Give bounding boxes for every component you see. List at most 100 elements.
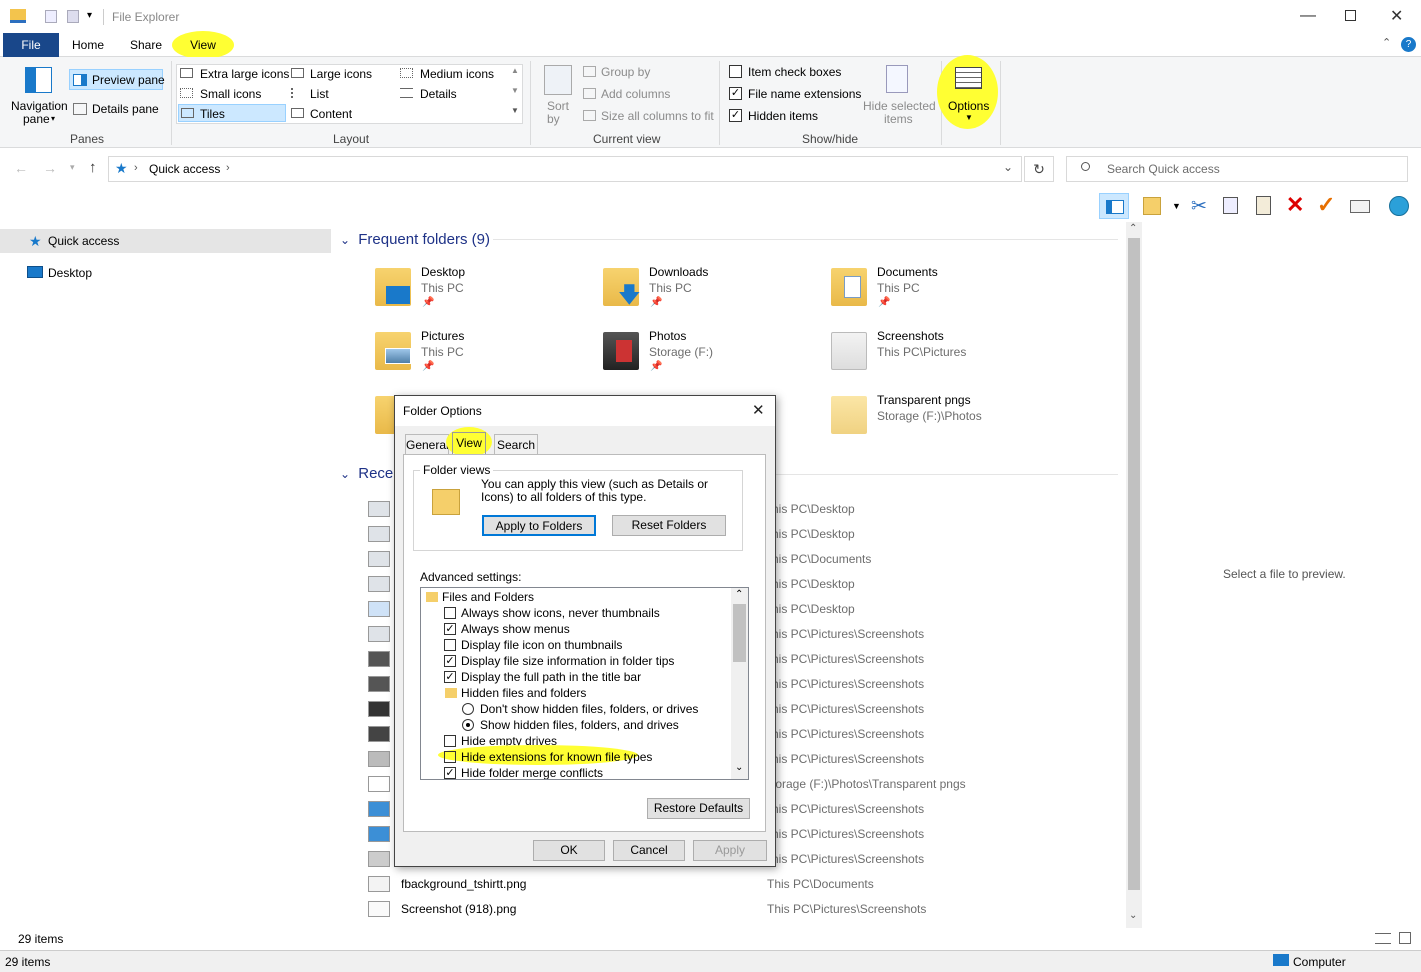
folder-tile[interactable]: Screenshots This PC\Pictures — [826, 326, 1026, 378]
radio-button[interactable] — [462, 703, 474, 715]
content-scrollbar[interactable]: ⌃ ⌄ — [1126, 222, 1142, 928]
details-pane-button[interactable]: Details pane — [92, 102, 159, 116]
file-name-extensions-checkbox[interactable]: ✓ — [729, 87, 742, 100]
reset-folders-button[interactable]: Reset Folders — [612, 515, 726, 536]
ok-button[interactable]: OK — [533, 840, 605, 861]
checkbox[interactable] — [444, 735, 456, 747]
rename-check-icon[interactable]: ✓ — [1317, 192, 1335, 218]
layout-small-icons[interactable]: Small icons — [200, 87, 261, 101]
list-item[interactable]: fbackground_tshirtt.png This PC\Document… — [400, 876, 1100, 896]
forward-icon[interactable]: → — [43, 160, 57, 176]
apply-button[interactable]: Apply — [693, 840, 767, 861]
search-input[interactable]: Search Quick access — [1107, 162, 1220, 176]
refresh-button[interactable]: ↻ — [1024, 156, 1054, 182]
checkbox[interactable] — [444, 751, 456, 763]
tab-share[interactable]: Share — [120, 33, 172, 57]
copy-icon[interactable] — [1223, 197, 1238, 214]
frequent-folders-header[interactable]: ⌄ Frequent folders (9) — [340, 231, 490, 248]
folder-tile[interactable]: 🡇 Downloads This PC 📌 — [598, 262, 798, 314]
dialog-close-button[interactable]: ✕ — [752, 401, 765, 419]
details-view-icon[interactable] — [1375, 933, 1391, 944]
checkbox[interactable] — [444, 607, 456, 619]
recent-files-header[interactable]: ⌄ Recen — [340, 465, 402, 482]
layout-tiles-selected[interactable]: Tiles — [178, 104, 286, 122]
address-dropdown-icon[interactable]: ⌄ — [1003, 160, 1013, 174]
advanced-settings-list[interactable]: Files and Folders Always show icons, nev… — [420, 587, 749, 780]
item-check-boxes-checkbox[interactable] — [729, 65, 742, 78]
folder-tile[interactable]: Transparent pngs Storage (F:)\Photos — [826, 390, 1026, 442]
tab-view[interactable]: View — [452, 432, 486, 455]
properties-icon[interactable] — [1350, 200, 1370, 213]
add-columns-button[interactable]: Add columns — [601, 87, 670, 101]
dropdown-icon[interactable]: ▼ — [1172, 201, 1181, 211]
hidden-items-checkbox[interactable]: ✓ — [729, 109, 742, 122]
scroll-down-icon[interactable]: ⌄ — [735, 762, 743, 773]
gallery-more-icon[interactable]: ▼ — [511, 106, 519, 115]
layout-medium-icons[interactable]: Medium icons — [420, 67, 494, 81]
scroll-thumb[interactable] — [1128, 238, 1140, 890]
list-item[interactable]: Screenshot (918).png This PC\Pictures\Sc… — [400, 901, 1100, 921]
tab-file[interactable]: File — [3, 33, 59, 57]
breadcrumb[interactable]: Quick access — [149, 162, 220, 176]
layout-details[interactable]: Details — [420, 87, 457, 101]
back-icon[interactable]: ← — [14, 160, 28, 176]
checkbox[interactable] — [444, 639, 456, 651]
search-box[interactable]: Search Quick access — [1066, 156, 1408, 182]
checkbox[interactable]: ✓ — [444, 767, 456, 779]
options-button[interactable]: Options — [948, 99, 989, 113]
up-icon[interactable]: ↑ — [89, 159, 97, 176]
checkbox[interactable]: ✓ — [444, 623, 456, 635]
layout-extra-large-icons[interactable]: Extra large icons — [200, 67, 289, 81]
large-icons-view-icon[interactable] — [1399, 932, 1411, 944]
tab-view[interactable]: View — [178, 33, 228, 57]
cancel-button[interactable]: Cancel — [613, 840, 685, 861]
navigation-pane-button[interactable]: Navigation — [11, 99, 68, 113]
folder-tile[interactable]: Pictures This PC 📌 — [370, 326, 570, 378]
folder-tile[interactable]: Documents This PC 📌 — [826, 262, 1026, 314]
scroll-thumb[interactable] — [733, 604, 746, 662]
minimize-button[interactable]: — — [1300, 7, 1316, 25]
close-button[interactable]: ✕ — [1390, 6, 1403, 26]
radio-button[interactable] — [462, 719, 474, 731]
layout-content[interactable]: Content — [310, 107, 352, 121]
checkbox[interactable]: ✓ — [444, 655, 456, 667]
cut-icon[interactable]: ✂ — [1191, 195, 1207, 218]
minimize-ribbon-icon[interactable]: ⌃ — [1382, 36, 1391, 49]
gallery-scroll-up-icon[interactable]: ▲ — [511, 66, 519, 75]
settings-scrollbar[interactable]: ⌃ ⌄ — [731, 588, 748, 779]
size-all-columns-button[interactable]: Size all columns to fit — [601, 109, 714, 123]
restore-defaults-button[interactable]: Restore Defaults — [647, 798, 750, 819]
window-title: File Explorer — [112, 10, 180, 24]
layout-list[interactable]: List — [310, 87, 329, 101]
apply-to-folders-button[interactable]: Apply to Folders — [482, 515, 596, 536]
scroll-up-icon[interactable]: ⌃ — [735, 589, 743, 600]
help-icon[interactable]: ? — [1401, 37, 1416, 52]
new-folder-quick-icon[interactable] — [67, 10, 79, 23]
hide-selected-items-button[interactable]: Hide selected — [863, 99, 936, 113]
checkbox[interactable]: ✓ — [444, 671, 456, 683]
maximize-button[interactable] — [1345, 10, 1356, 21]
folder-tile[interactable]: Photos Storage (F:) 📌 — [598, 326, 798, 378]
tab-search[interactable]: Search — [494, 434, 538, 454]
globe-icon[interactable] — [1389, 196, 1409, 216]
address-input[interactable]: ★ › Quick access › ⌄ — [108, 156, 1022, 182]
options-dropdown-icon[interactable]: ▼ — [965, 113, 973, 122]
group-by-button[interactable]: Group by — [601, 65, 650, 79]
tab-general[interactable]: General — [405, 434, 449, 454]
nav-item-desktop[interactable]: Desktop — [0, 262, 331, 284]
folder-tile[interactable]: Desktop This PC 📌 — [370, 262, 570, 314]
scroll-down-icon[interactable]: ⌄ — [1129, 910, 1137, 921]
tab-home[interactable]: Home — [62, 33, 114, 57]
recent-locations-icon[interactable]: ▾ — [70, 162, 75, 173]
scroll-up-icon[interactable]: ⌃ — [1129, 223, 1137, 234]
delete-icon[interactable]: ✕ — [1286, 192, 1304, 218]
properties-quick-icon[interactable] — [45, 10, 57, 23]
nav-item-quick-access[interactable]: ★ Quick access — [0, 229, 331, 253]
layout-large-icons[interactable]: Large icons — [310, 67, 372, 81]
sort-by-button[interactable]: Sort — [547, 99, 569, 113]
customize-quick-access-icon[interactable]: ▾ — [87, 10, 92, 21]
preview-pane-button[interactable]: Preview pane — [69, 69, 165, 90]
folder-note-icon[interactable] — [1143, 197, 1161, 215]
paste-icon[interactable] — [1256, 196, 1271, 215]
gallery-scroll-down-icon[interactable]: ▼ — [511, 86, 519, 95]
